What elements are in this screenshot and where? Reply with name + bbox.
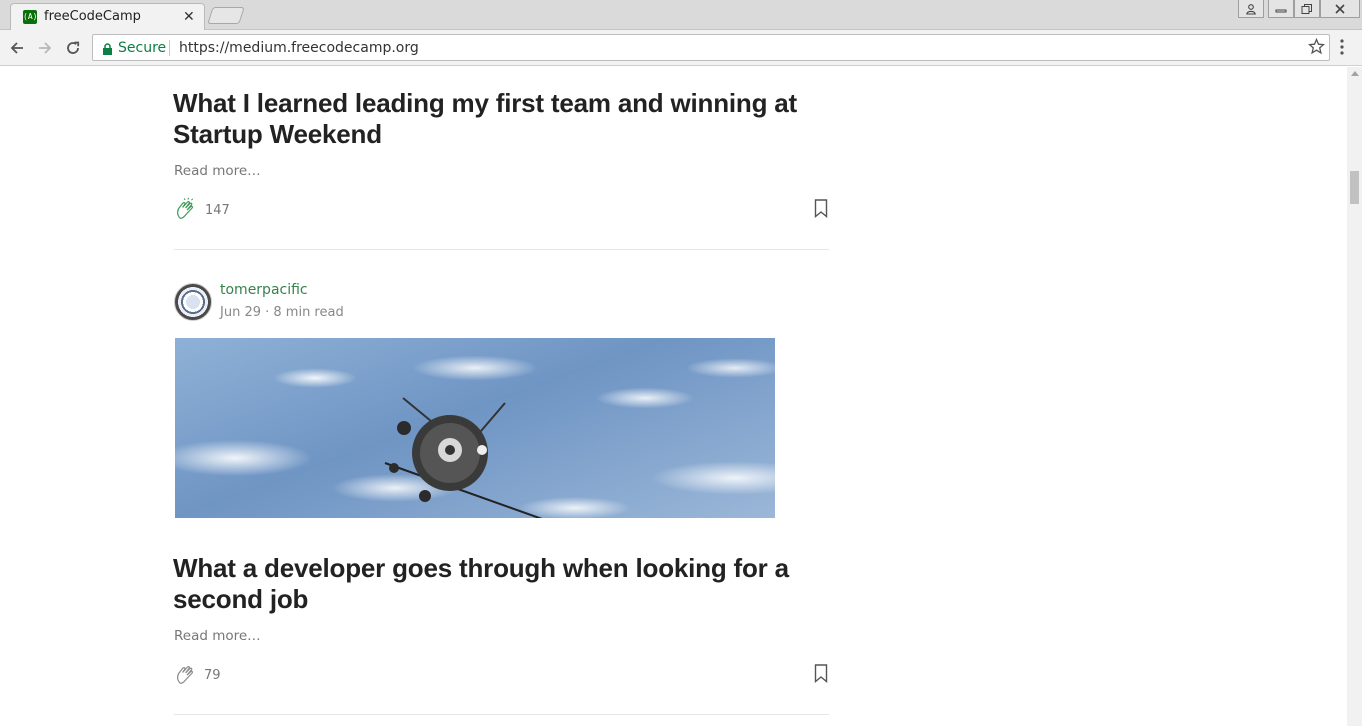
reload-icon[interactable] xyxy=(63,38,83,58)
article-divider xyxy=(174,714,829,715)
clap-count: 147 xyxy=(205,203,230,218)
minimize-icon[interactable] xyxy=(1268,0,1294,18)
browser-toolbar: Secure https://medium.freecodecamp.org xyxy=(0,30,1362,66)
post-meta: Jun 29 · 8 min read xyxy=(220,305,344,320)
clap-icon[interactable] xyxy=(174,197,200,228)
tab-close-icon[interactable]: ✕ xyxy=(183,8,195,25)
back-arrow-icon[interactable] xyxy=(7,38,27,58)
bookmark-icon[interactable] xyxy=(814,664,828,688)
new-tab-button[interactable] xyxy=(207,7,245,24)
author-name[interactable]: tomerpacific xyxy=(220,282,308,298)
lock-icon xyxy=(102,42,113,60)
bookmark-icon[interactable] xyxy=(814,199,828,223)
read-more-link[interactable]: Read more… xyxy=(174,163,261,179)
article-hero-image[interactable] xyxy=(175,338,775,518)
url-text[interactable]: https://medium.freecodecamp.org xyxy=(179,40,419,56)
clap-icon[interactable] xyxy=(174,662,200,693)
favicon-icon: (A) xyxy=(23,10,37,24)
scroll-thumb[interactable] xyxy=(1350,171,1359,204)
avatar[interactable] xyxy=(174,283,212,321)
page-scrollbar[interactable] xyxy=(1347,67,1362,726)
article-divider xyxy=(174,249,829,250)
tab-title: freeCodeCamp xyxy=(44,9,141,24)
omnibox-separator xyxy=(169,40,170,56)
clap-count: 79 xyxy=(204,668,221,683)
browser-tab[interactable]: (A) freeCodeCamp ✕ xyxy=(10,3,205,31)
secure-label: Secure xyxy=(118,40,167,56)
star-icon[interactable] xyxy=(1307,37,1326,60)
forward-arrow-icon[interactable] xyxy=(35,38,55,58)
scroll-up-arrow-icon[interactable] xyxy=(1351,71,1359,76)
close-icon[interactable] xyxy=(1320,0,1360,18)
article-title[interactable]: What I learned leading my first team and… xyxy=(173,88,813,150)
profile-icon[interactable] xyxy=(1238,0,1264,18)
article-title[interactable]: What a developer goes through when looki… xyxy=(173,553,813,615)
address-bar[interactable]: Secure https://medium.freecodecamp.org xyxy=(92,34,1330,61)
restore-icon[interactable] xyxy=(1294,0,1320,18)
menu-dots-icon[interactable] xyxy=(1340,39,1344,60)
read-more-link[interactable]: Read more… xyxy=(174,628,261,644)
satellite-illustration xyxy=(384,397,543,518)
tab-strip: (A) freeCodeCamp ✕ xyxy=(0,0,1362,31)
